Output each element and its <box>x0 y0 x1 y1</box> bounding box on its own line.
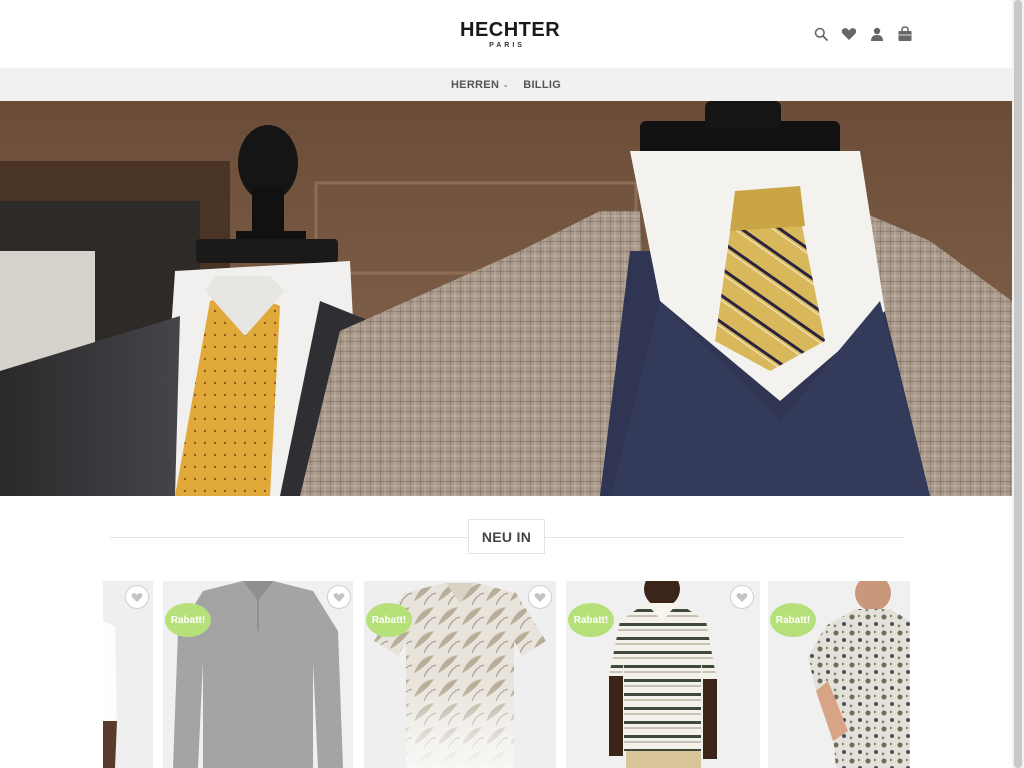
discount-badge: Rabatt! <box>366 603 412 637</box>
product-card[interactable]: Rabatt! <box>364 581 556 768</box>
nav-item-billig[interactable]: BILLIG <box>523 79 561 91</box>
product-card[interactable]: Rabatt! <box>566 581 760 768</box>
heart-icon <box>736 592 748 602</box>
wishlist-button[interactable] <box>327 585 351 609</box>
discount-badge: Rabatt! <box>770 603 816 637</box>
wishlist-button[interactable] <box>730 585 754 609</box>
heart-icon <box>534 592 546 602</box>
heart-icon <box>131 592 143 602</box>
brand-logo[interactable]: HECHTER PARIS <box>460 19 561 49</box>
section-title: NEU IN <box>468 519 545 554</box>
user-icon[interactable] <box>868 26 886 42</box>
scrollbar[interactable] <box>1012 0 1024 768</box>
logo-subtitle: PARIS <box>489 42 525 49</box>
product-card[interactable]: Rabatt! <box>163 581 353 768</box>
wishlist-button[interactable] <box>125 585 149 609</box>
nav-item-label: BILLIG <box>523 78 562 91</box>
heart-icon[interactable] <box>840 26 858 42</box>
product-image <box>103 581 153 768</box>
product-card[interactable] <box>103 581 153 768</box>
nav-item-label: HERREN <box>450 78 500 91</box>
main-nav: HERREN ⌄ BILLIG <box>0 68 1012 101</box>
product-card[interactable]: Rabatt! <box>768 581 910 768</box>
hero-banner[interactable] <box>0 101 1012 496</box>
search-icon[interactable] <box>812 26 830 42</box>
chevron-down-icon: ⌄ <box>502 80 510 89</box>
section-divider-right <box>545 537 905 538</box>
nav-item-herren[interactable]: HERREN ⌄ <box>451 79 509 91</box>
discount-badge: Rabatt! <box>165 603 211 637</box>
scrollbar-thumb[interactable] <box>1014 0 1022 768</box>
logo-wordmark: HECHTER <box>460 19 561 41</box>
discount-badge: Rabatt! <box>568 603 614 637</box>
wishlist-button[interactable] <box>528 585 552 609</box>
section-divider-left <box>110 537 468 538</box>
shopping-bag-icon[interactable] <box>896 26 914 42</box>
site-header: HECHTER PARIS <box>0 0 1012 68</box>
heart-icon <box>333 592 345 602</box>
hero-image <box>0 101 1012 496</box>
header-icons <box>812 26 914 42</box>
